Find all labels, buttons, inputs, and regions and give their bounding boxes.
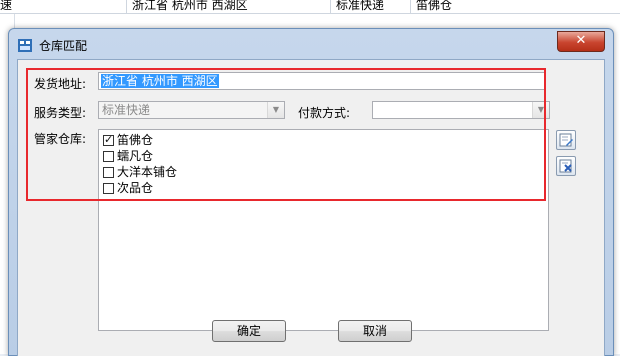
table-cell: 浙江省 杭州市 西湖区 xyxy=(132,0,248,12)
delete-icon xyxy=(559,159,572,173)
ok-button[interactable]: 确定 xyxy=(212,320,286,342)
dialog-title: 仓库匹配 xyxy=(39,39,88,53)
table-cell: 速 xyxy=(0,0,13,12)
highlight-box xyxy=(26,68,546,201)
close-icon: ✕ xyxy=(575,33,587,48)
table-cell: 笛佛仓 xyxy=(416,0,453,12)
app-icon xyxy=(18,39,32,52)
cancel-button[interactable]: 取消 xyxy=(338,320,412,342)
table-cell: 标准快递 xyxy=(336,0,385,12)
delete-button[interactable] xyxy=(556,156,576,176)
column-divider xyxy=(410,0,411,14)
edit-icon xyxy=(559,133,573,147)
table-row[interactable]: 速 浙江省 杭州市 西湖区 标准快递 笛佛仓 xyxy=(0,0,620,14)
title-bar[interactable]: 仓库匹配 ✕ xyxy=(9,29,613,59)
column-divider xyxy=(330,0,331,14)
column-divider xyxy=(126,0,127,14)
edit-button[interactable] xyxy=(556,130,576,150)
close-button[interactable]: ✕ xyxy=(557,31,605,52)
